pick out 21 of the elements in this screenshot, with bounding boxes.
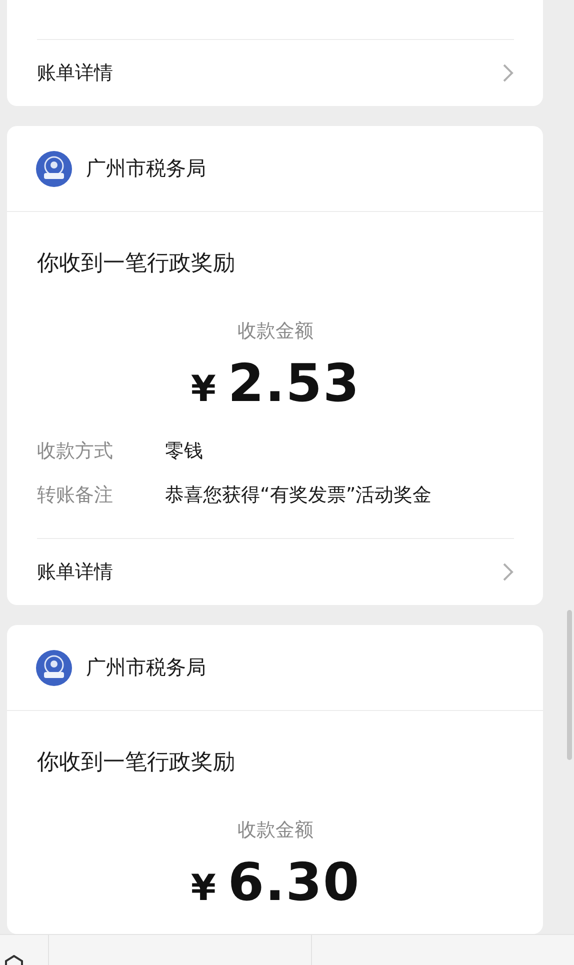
detail-label: 收款方式 — [37, 439, 114, 464]
sender-name: 广州市税务局 — [86, 155, 206, 182]
home-icon[interactable] — [4, 955, 24, 965]
notice-title: 你收到一笔行政奖励 — [37, 749, 236, 777]
bill-details-link[interactable]: 账单详情 — [37, 39, 514, 106]
amount-label: 收款金额 — [236, 319, 314, 344]
currency-symbol: ¥ — [190, 369, 216, 410]
notice-title: 你收到一笔行政奖励 — [37, 250, 236, 278]
detail-value: 零钱 — [165, 439, 203, 464]
bill-details-link[interactable]: 账单详情 — [37, 538, 514, 605]
currency-symbol: ¥ — [190, 868, 216, 909]
sender-name: 广州市税务局 — [86, 654, 206, 681]
emblem-icon — [36, 150, 72, 186]
amount-label: 收款金额 — [236, 818, 314, 843]
chevron-icon — [502, 562, 514, 582]
detail-value: 恭喜您获得“有奖发票”活动奖金 — [165, 483, 432, 508]
chevron-icon — [502, 63, 514, 83]
amount-value: 6.30 — [228, 853, 360, 913]
emblem-icon — [36, 650, 72, 686]
detail-label: 转账备注 — [37, 483, 114, 508]
amount-value: 2.53 — [228, 354, 360, 414]
